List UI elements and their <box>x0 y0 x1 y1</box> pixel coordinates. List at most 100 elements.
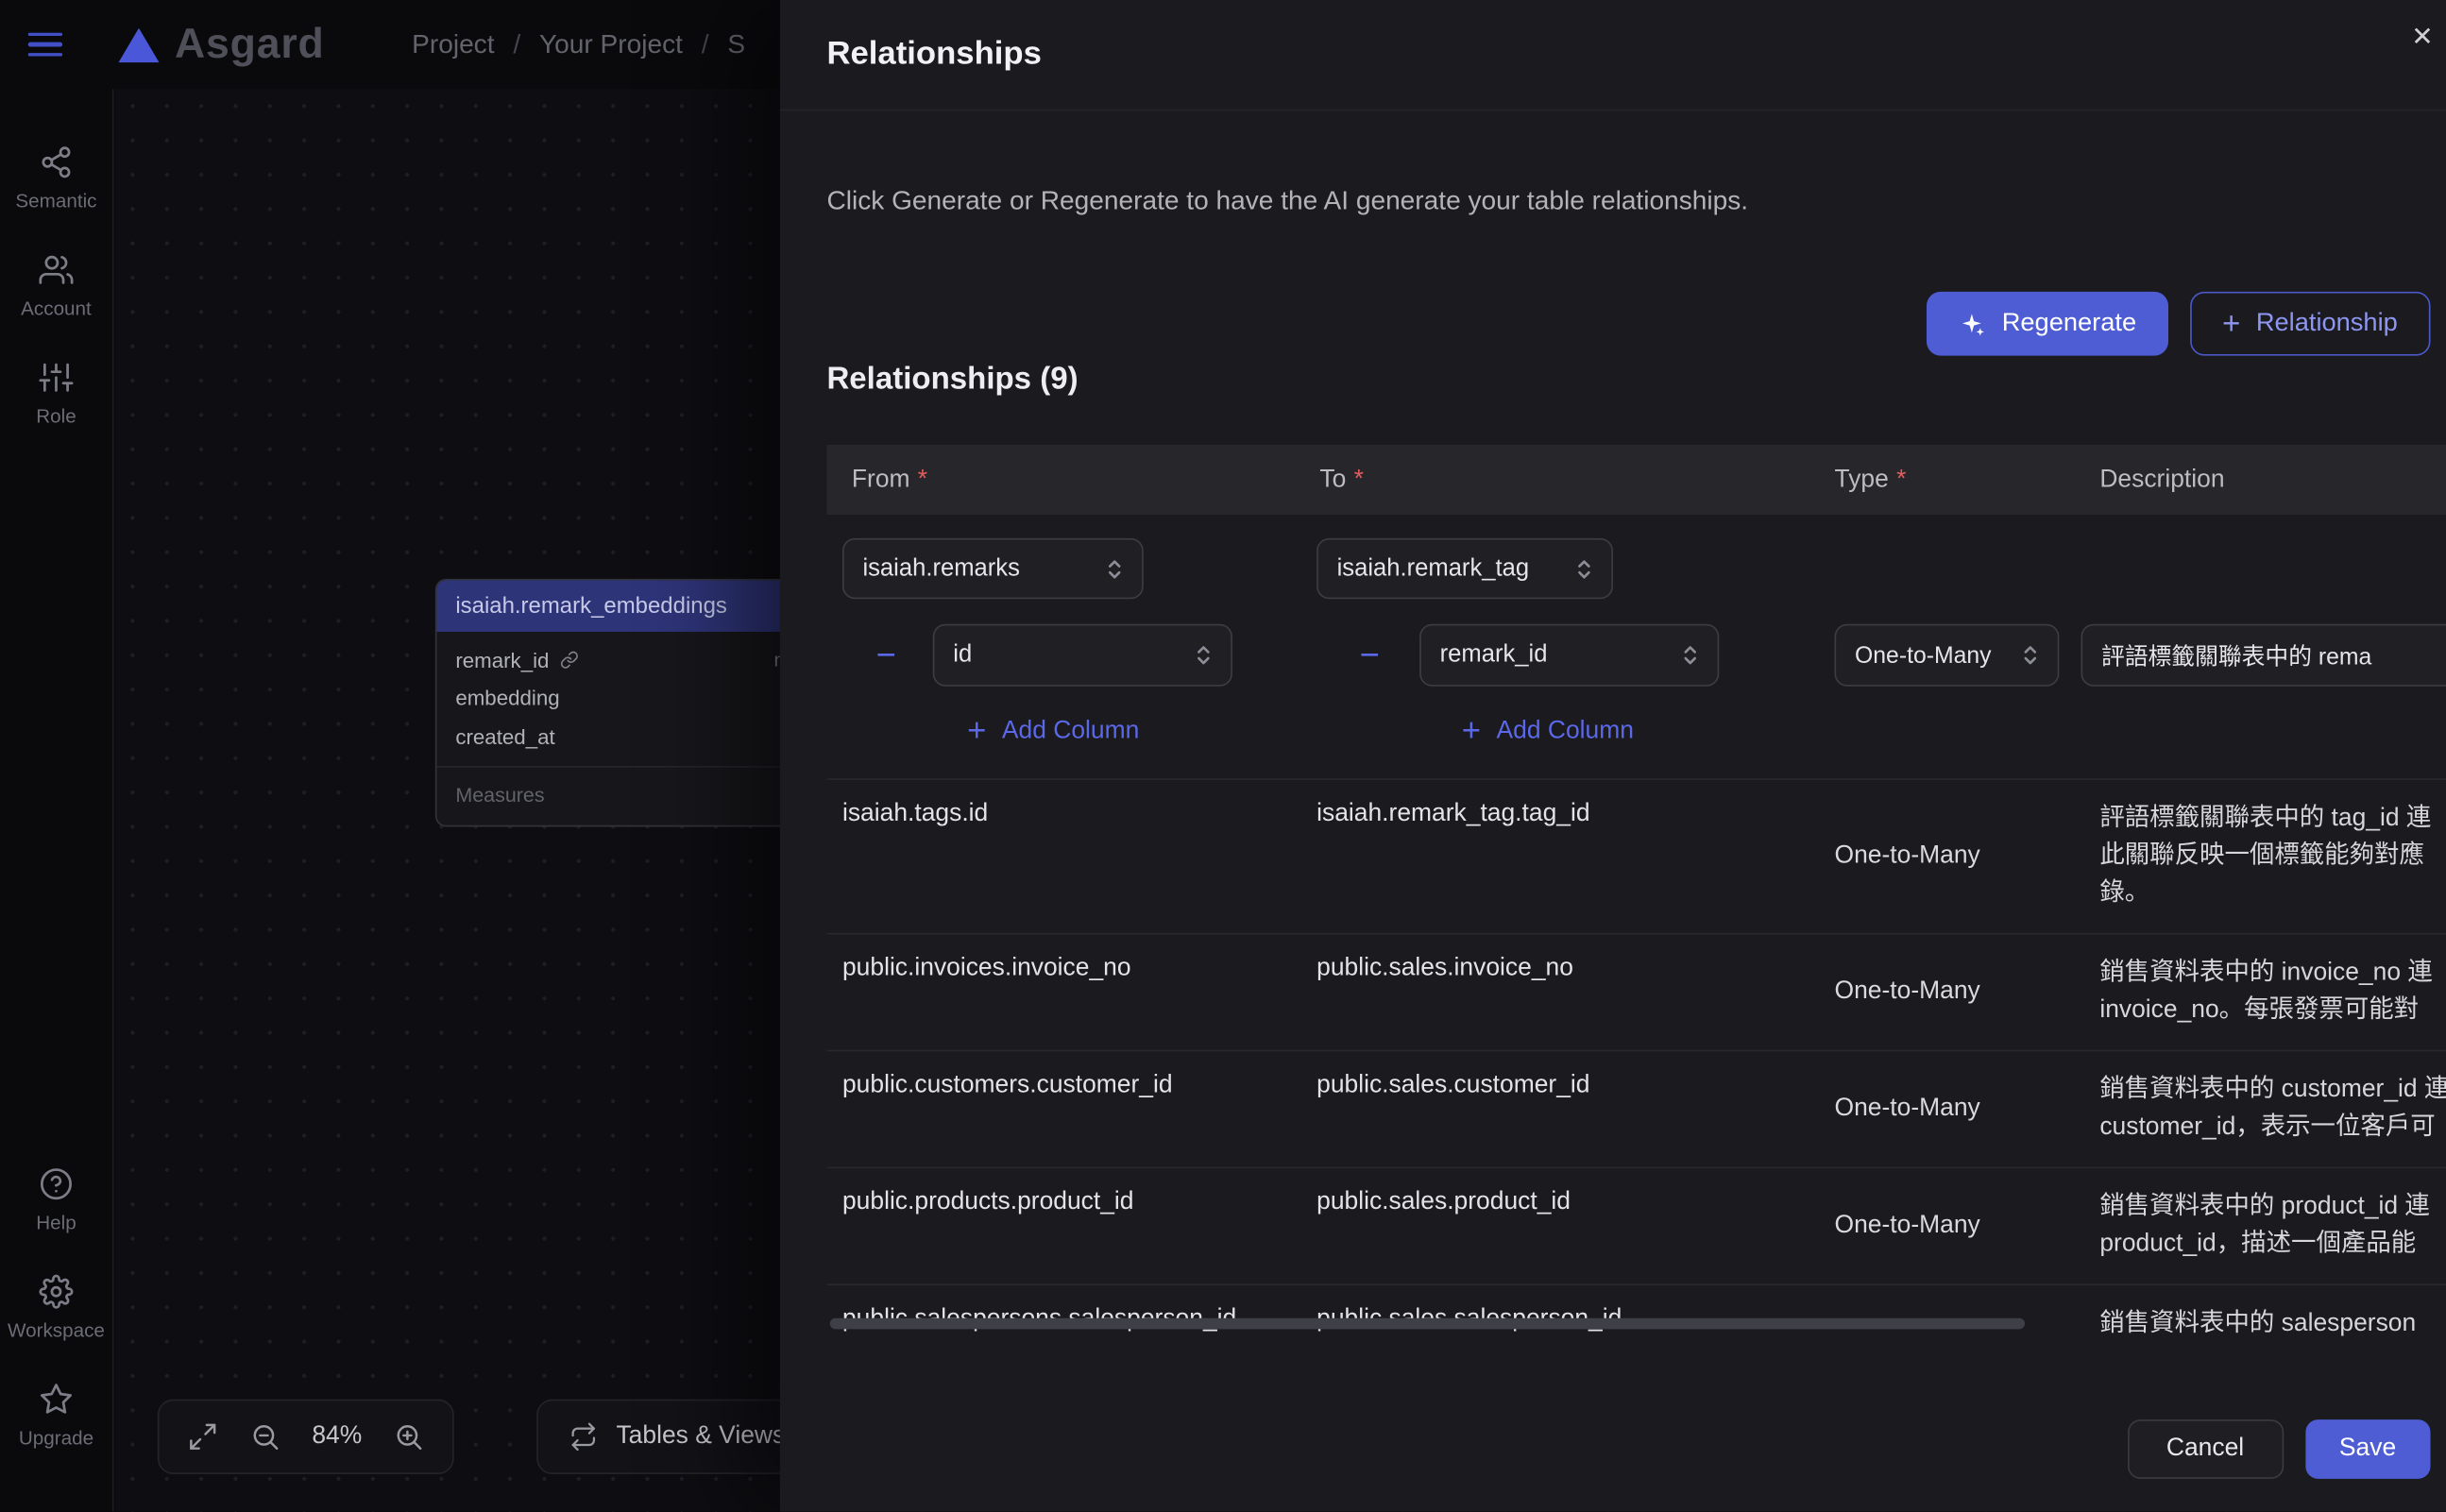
relationships-modal: Relationships ✕ Click Generate or Regene… <box>780 0 2446 1512</box>
add-relationship-button[interactable]: + Relationship <box>2189 292 2430 356</box>
row-description: 銷售資料表中的 product_id 連 product_id，描述一個產品能 <box>2075 1168 2446 1283</box>
relationship-row[interactable]: public.products.product_id public.sales.… <box>826 1167 2446 1284</box>
row-to: public.sales.product_id <box>1295 1168 1809 1283</box>
row-type: One-to-Many <box>1809 1168 2075 1283</box>
cancel-button[interactable]: Cancel <box>2128 1419 2284 1479</box>
modal-hint-text: Click Generate or Regenerate to have the… <box>826 186 1748 217</box>
row-to: public.sales.customer_id <box>1295 1051 1809 1166</box>
editor-from-cell: isaiah.remarks − id <box>826 538 1295 747</box>
chevron-updown-icon <box>1106 556 1123 581</box>
field-name: remark_id <box>455 649 549 672</box>
row-from: public.salespersons.salesperson_id <box>826 1285 1295 1337</box>
column-header-description: Description <box>2075 466 2446 494</box>
chevron-updown-icon <box>2022 643 2039 668</box>
required-marker: * <box>1896 466 1906 492</box>
close-icon[interactable]: ✕ <box>2405 16 2440 59</box>
sidebar-item-semantic[interactable]: Semantic <box>15 145 96 212</box>
zoom-level: 84% <box>312 1422 362 1451</box>
brand-name: Asgard <box>175 20 325 68</box>
add-relationship-label: Relationship <box>2256 309 2398 338</box>
row-type: One-to-Many <box>1809 1285 2075 1337</box>
from-table-select[interactable]: isaiah.remarks <box>842 538 1144 599</box>
sidebar-item-label: Role <box>36 405 76 427</box>
relationship-type-select[interactable]: One-to-Many <box>1835 624 2060 687</box>
remove-column-icon[interactable]: − <box>874 638 898 672</box>
from-column-select[interactable]: id <box>933 624 1232 687</box>
link-icon <box>560 651 579 670</box>
sidebar-item-label: Semantic <box>15 191 96 212</box>
sidebar-item-help[interactable]: Help <box>36 1167 76 1234</box>
modal-footer: Cancel Save <box>780 1386 2446 1511</box>
breadcrumb-separator: / <box>513 29 520 60</box>
add-column-button[interactable]: + Add Column <box>967 715 1139 748</box>
row-type: One-to-Many <box>1809 1051 2075 1166</box>
breadcrumb-separator: / <box>702 29 709 60</box>
save-button[interactable]: Save <box>2305 1419 2431 1479</box>
asgard-logo-icon <box>119 27 160 61</box>
editor-type-cell: One-to-Many <box>1809 538 2075 687</box>
role-icon <box>39 361 73 395</box>
semantic-icon <box>39 145 73 179</box>
sidebar-item-label: Account <box>21 297 92 319</box>
table-field-row: remark_id nu <box>437 641 811 679</box>
editor-to-cell: isaiah.remark_tag − remark_id <box>1295 538 1809 747</box>
field-name: embedding <box>455 687 559 710</box>
row-description: 銷售資料表中的 salesperson 的 salesperson_id，一位業… <box>2075 1285 2446 1337</box>
sidebar-item-role[interactable]: Role <box>36 361 76 428</box>
column-header-type: Type* <box>1809 466 2075 494</box>
help-icon <box>39 1167 73 1201</box>
relationships-count-title: Relationships (9) <box>826 362 1078 398</box>
measures-section-label: Measures <box>437 767 811 824</box>
regenerate-button[interactable]: Regenerate <box>1927 292 2167 356</box>
row-description: 評語標籤關聯表中的 tag_id 連 此關聯反映一個標籤能夠對應 錄。 <box>2075 780 2446 933</box>
relationships-table: From* To* Type* Description <box>826 445 2446 1337</box>
sidebar: Semantic Account Role Help Workspace <box>0 89 114 1511</box>
relationship-row[interactable]: isaiah.tags.id isaiah.remark_tag.tag_id … <box>826 778 2446 933</box>
sidebar-item-label: Workspace <box>8 1319 105 1341</box>
plus-icon: + <box>2222 308 2240 339</box>
sidebar-item-workspace[interactable]: Workspace <box>8 1275 105 1342</box>
table-node-title: isaiah.remark_embeddings <box>437 580 811 632</box>
sidebar-item-label: Help <box>36 1212 76 1233</box>
fit-view-icon[interactable] <box>187 1421 218 1453</box>
horizontal-scrollbar[interactable] <box>830 1318 2025 1330</box>
add-column-button[interactable]: + Add Column <box>1462 715 1634 748</box>
zoom-out-icon[interactable] <box>249 1421 280 1453</box>
row-description: 銷售資料表中的 invoice_no 連 invoice_no。每張發票可能對 <box>2075 934 2446 1049</box>
chevron-updown-icon <box>1682 643 1699 668</box>
row-from: isaiah.tags.id <box>826 780 1295 933</box>
chevron-updown-icon <box>1575 556 1592 581</box>
modal-body: Click Generate or Regenerate to have the… <box>780 110 2446 1386</box>
table-field-row: embedding <box>437 679 811 717</box>
screen: Asgard Project / Your Project / S Semant… <box>0 0 2446 1512</box>
breadcrumb: Project / Your Project / S <box>412 29 745 60</box>
remove-column-icon[interactable]: − <box>1357 638 1382 672</box>
to-table-select[interactable]: isaiah.remark_tag <box>1316 538 1613 599</box>
row-type: One-to-Many <box>1809 780 2075 933</box>
row-to: public.sales.salesperson_id <box>1295 1285 1809 1337</box>
star-icon <box>39 1382 73 1416</box>
table-header-row: From* To* Type* Description <box>826 445 2446 515</box>
relationship-description-input[interactable] <box>2081 624 2446 687</box>
row-from: public.invoices.invoice_no <box>826 934 1295 1049</box>
breadcrumb-item[interactable]: Project <box>412 29 494 60</box>
relationship-row[interactable]: public.customers.customer_id public.sale… <box>826 1050 2446 1167</box>
account-icon <box>39 253 73 287</box>
tables-views-label: Tables & Views <box>616 1422 785 1451</box>
breadcrumb-item[interactable]: S <box>727 29 745 60</box>
gear-icon <box>39 1275 73 1309</box>
plus-icon: + <box>967 715 986 748</box>
required-marker: * <box>918 466 927 492</box>
sidebar-item-upgrade[interactable]: Upgrade <box>19 1382 93 1449</box>
editor-description-cell <box>2075 538 2446 687</box>
table-node-remark-embeddings[interactable]: isaiah.remark_embeddings remark_id nu em… <box>435 579 813 826</box>
sidebar-item-account[interactable]: Account <box>21 253 92 320</box>
breadcrumb-item[interactable]: Your Project <box>539 29 683 60</box>
to-column-select[interactable]: remark_id <box>1419 624 1719 687</box>
sidebar-item-label: Upgrade <box>19 1427 93 1449</box>
relationship-row[interactable]: public.invoices.invoice_no public.sales.… <box>826 933 2446 1050</box>
menu-icon[interactable] <box>28 32 62 57</box>
required-marker: * <box>1354 466 1364 492</box>
zoom-in-icon[interactable] <box>393 1421 424 1453</box>
row-to: isaiah.remark_tag.tag_id <box>1295 780 1809 933</box>
